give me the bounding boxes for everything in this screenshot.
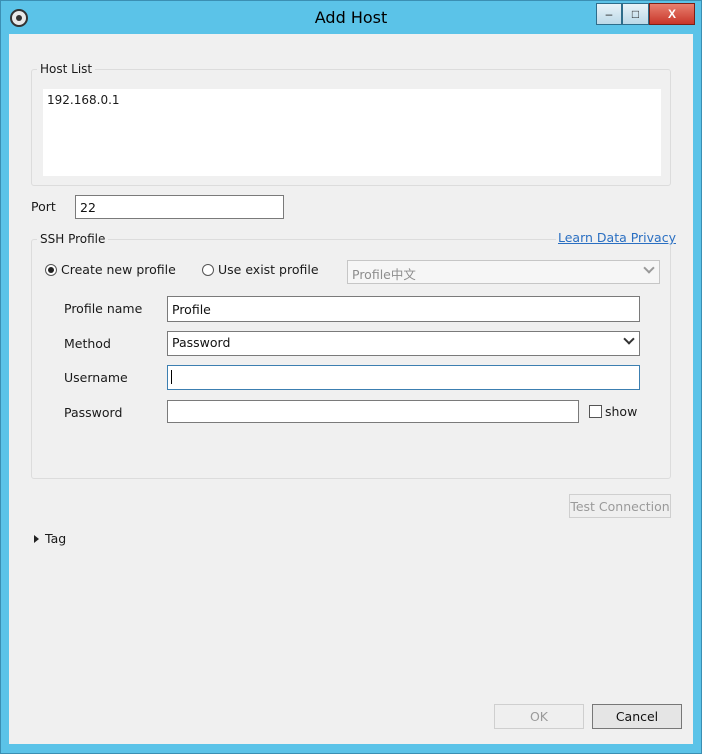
method-select[interactable]: Password bbox=[167, 331, 640, 356]
chevron-down-icon[interactable] bbox=[623, 333, 635, 345]
password-label: Password bbox=[64, 405, 123, 420]
host-list-label: Host List bbox=[37, 62, 96, 76]
password-input[interactable] bbox=[167, 400, 579, 423]
title-bar: Add Host – □ X bbox=[1, 1, 701, 34]
ok-button[interactable]: OK bbox=[494, 704, 584, 729]
cancel-button[interactable]: Cancel bbox=[592, 704, 682, 729]
radio-checked-indicator[interactable] bbox=[45, 263, 57, 276]
create-new-profile-radio[interactable]: Create new profile bbox=[45, 262, 176, 277]
username-label: Username bbox=[64, 370, 128, 385]
port-label: Port bbox=[31, 199, 56, 214]
tag-label: Tag bbox=[45, 531, 67, 546]
learn-data-privacy-link[interactable]: Learn Data Privacy bbox=[556, 230, 678, 245]
method-value: Password bbox=[172, 335, 231, 350]
existing-profile-select: Profile中文 bbox=[347, 260, 660, 284]
close-button[interactable]: X bbox=[649, 3, 695, 25]
chevron-down-icon bbox=[643, 262, 655, 274]
checkbox-box[interactable] bbox=[589, 405, 602, 418]
dialog-body: Host List 192.168.0.1 Port SSH Profile L… bbox=[9, 34, 693, 744]
use-exist-profile-label: Use exist profile bbox=[218, 262, 319, 277]
minimize-button[interactable]: – bbox=[596, 3, 622, 25]
existing-profile-value: Profile中文 bbox=[352, 267, 416, 282]
maximize-button[interactable]: □ bbox=[622, 3, 649, 25]
test-connection-button[interactable]: Test Connection bbox=[569, 494, 671, 518]
profile-name-label: Profile name bbox=[64, 301, 143, 316]
create-new-profile-label: Create new profile bbox=[61, 262, 176, 277]
username-input[interactable] bbox=[167, 365, 640, 390]
profile-name-input[interactable] bbox=[167, 296, 640, 322]
ssh-profile-label: SSH Profile bbox=[37, 232, 109, 246]
host-list-box[interactable]: 192.168.0.1 bbox=[43, 89, 661, 176]
add-host-window: Add Host – □ X Host List 192.168.0.1 Por… bbox=[0, 0, 702, 754]
method-label: Method bbox=[64, 336, 111, 351]
show-label: show bbox=[605, 404, 638, 419]
port-input[interactable] bbox=[75, 195, 284, 219]
host-list-item[interactable]: 192.168.0.1 bbox=[47, 93, 657, 107]
text-caret bbox=[171, 370, 172, 384]
tag-expander[interactable]: Tag bbox=[34, 531, 66, 546]
radio-unchecked-indicator[interactable] bbox=[202, 263, 214, 276]
use-exist-profile-radio[interactable]: Use exist profile bbox=[202, 262, 319, 277]
show-password-checkbox[interactable]: show bbox=[589, 404, 637, 419]
triangle-right-icon[interactable] bbox=[34, 534, 39, 543]
